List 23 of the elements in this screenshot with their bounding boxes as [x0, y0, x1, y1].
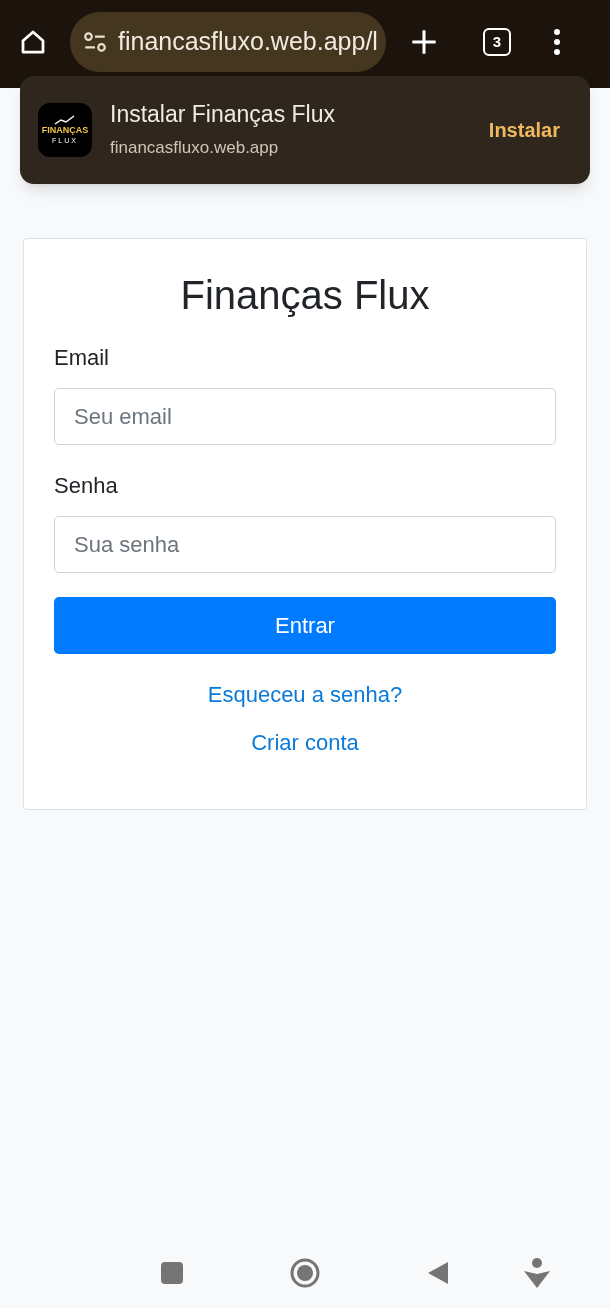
back-icon[interactable]	[427, 1261, 449, 1285]
field-label: Senha	[54, 472, 119, 500]
site-settings-icon[interactable]	[82, 29, 108, 55]
input-field[interactable]: Sua senha	[54, 516, 556, 573]
input-field[interactable]: Seu email	[54, 388, 556, 445]
app-icon-title: FINANÇAS	[41, 125, 89, 136]
url-text: financasfluxo.web.app/l	[118, 26, 378, 58]
login-title: Finanças Flux	[179, 272, 431, 319]
text-link[interactable]: Esqueceu a senha?	[207, 680, 403, 710]
accessibility-icon[interactable]	[523, 1258, 551, 1288]
install-button[interactable]: Instalar	[488, 115, 560, 145]
new-tab-icon[interactable]	[410, 28, 438, 56]
login-button[interactable]: Entrar	[54, 597, 556, 654]
menu-icon[interactable]	[553, 29, 561, 55]
chart-icon	[54, 115, 76, 125]
recent-apps-icon[interactable]	[161, 1262, 183, 1284]
home-button-icon[interactable]	[290, 1258, 320, 1288]
tab-count-button[interactable]: 3	[483, 28, 511, 56]
address-bar[interactable]: financasfluxo.web.app/l	[70, 12, 386, 72]
banner-domain: financasfluxo.web.app	[110, 137, 280, 160]
banner-title: Instalar Finanças Flux	[110, 100, 336, 130]
text-link[interactable]: Criar conta	[251, 728, 359, 758]
field-label: Email	[54, 344, 110, 372]
